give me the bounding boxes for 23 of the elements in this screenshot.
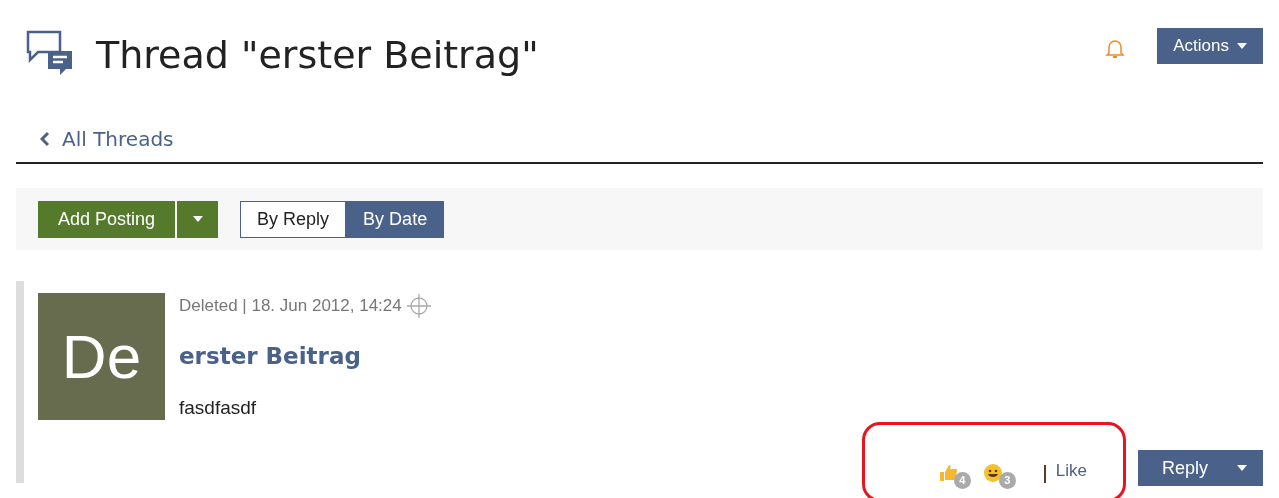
reaction-count: 3	[998, 472, 1016, 489]
page-title: Thread "erster Beitrag"	[96, 31, 539, 79]
sort-tab[interactable]: By Date	[346, 200, 445, 238]
like-link[interactable]: Like	[1055, 457, 1087, 483]
posting-meta: Deleted | 18. Jun 2012, 14:24	[179, 295, 402, 318]
add-posting-button[interactable]: Add Posting	[38, 200, 176, 238]
reaction-count: 4	[953, 472, 971, 489]
posting-body: fasdfasdf	[179, 395, 258, 420]
caret-icon	[1237, 465, 1247, 471]
crosshair-icon[interactable]	[405, 293, 432, 319]
posting-title[interactable]: erster Beitrag	[179, 339, 1263, 374]
caret-icon	[192, 216, 203, 222]
caret-icon	[1237, 43, 1247, 49]
reply-button[interactable]: Reply	[1138, 450, 1263, 486]
bell-icon[interactable]	[1105, 38, 1126, 60]
back-link[interactable]: All Threads	[40, 124, 174, 154]
sort-tab[interactable]: By Reply	[240, 200, 347, 238]
add-posting-dropdown[interactable]	[177, 200, 219, 238]
avatar: De	[38, 293, 165, 420]
thumbs-up-icon	[937, 463, 958, 483]
chevron-left-icon	[40, 131, 50, 147]
actions-button[interactable]: Actions	[1157, 28, 1263, 64]
smiley-icon	[982, 463, 1003, 483]
